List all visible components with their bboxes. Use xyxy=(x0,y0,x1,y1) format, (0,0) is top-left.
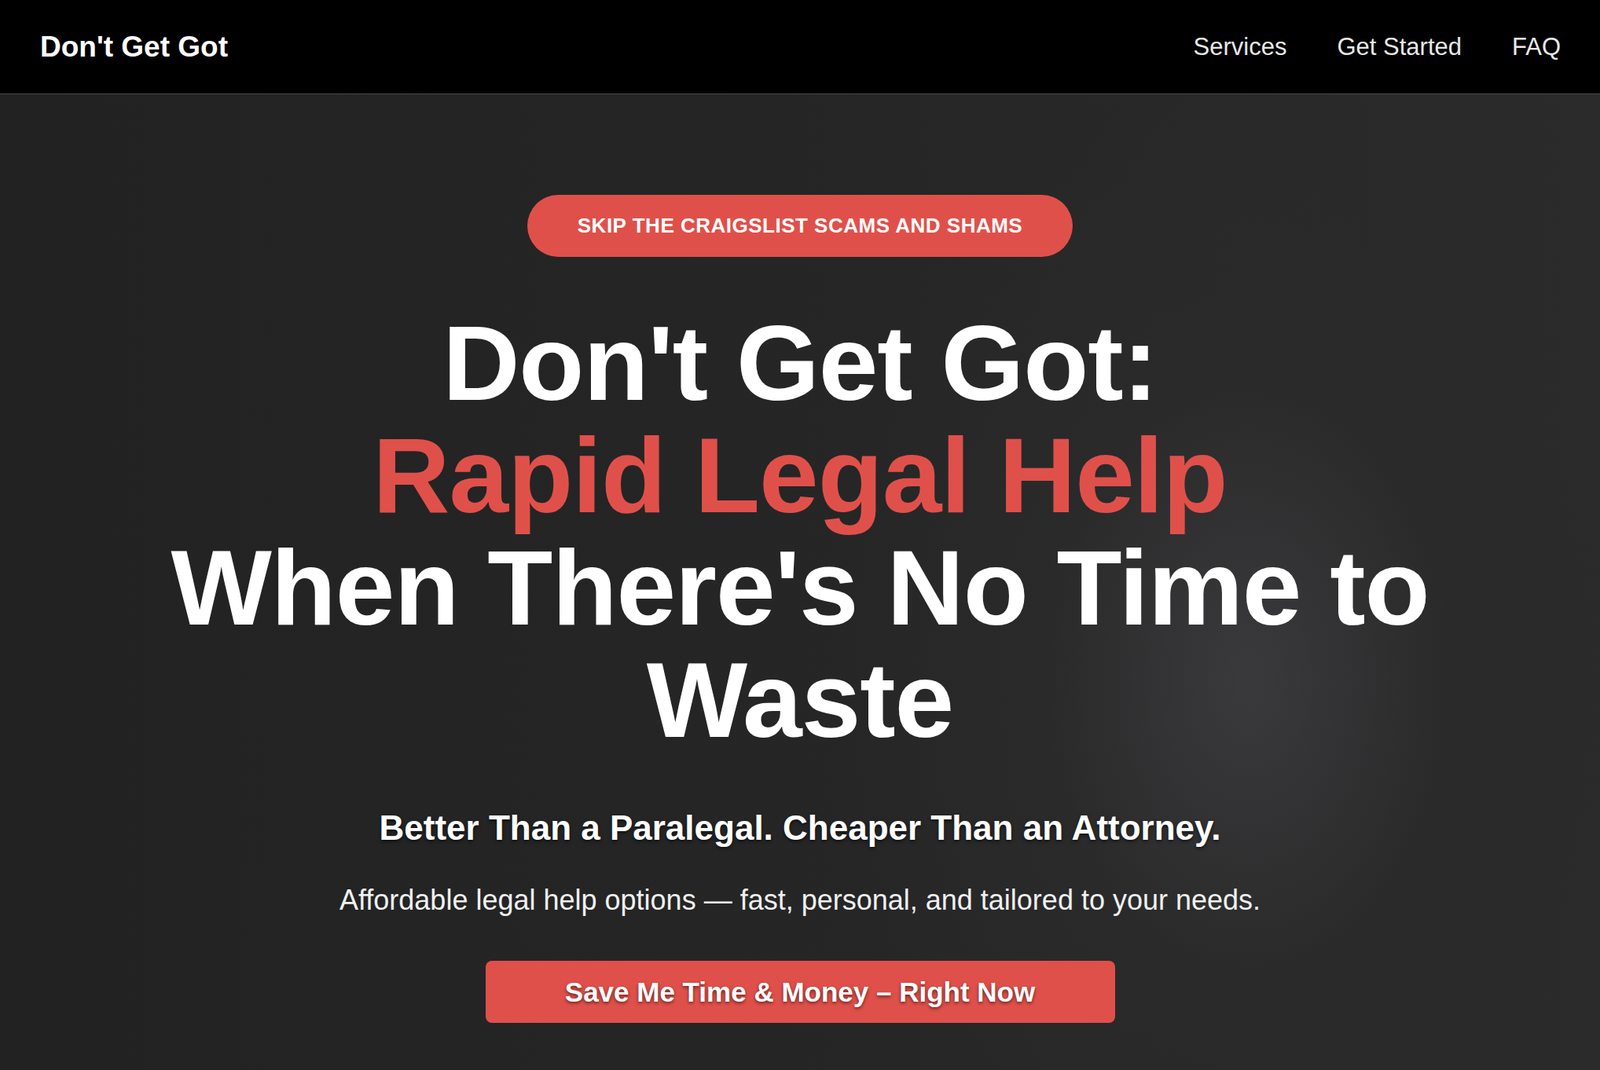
landing-page: Don't Get Got Services Get Started FAQ SKIP … xyxy=(0,0,1600,1070)
navbar: Don't Get Got Services Get Started FAQ xyxy=(0,0,1600,95)
badge: SKIP THE CRAIGSLIST SCAMS AND SHAMS xyxy=(527,194,1073,257)
logo[interactable]: Don't Get Got xyxy=(40,30,228,64)
nav-link[interactable]: Get Started xyxy=(1336,33,1462,62)
headline-tail: When There's No Time to Waste xyxy=(53,532,1547,757)
headline: Don't Get Got:Rapid Legal HelpWhen There… xyxy=(53,307,1547,757)
cta-button[interactable]: Save Me Time & Money – Right Now xyxy=(485,961,1116,1024)
hero-content: SKIP THE CRAIGSLIST SCAMS AND SHAMS Don't… xyxy=(0,94,1600,1024)
hero: SKIP THE CRAIGSLIST SCAMS AND SHAMS Don't… xyxy=(0,94,1600,1070)
nav-links: Services Get Started FAQ xyxy=(1193,33,1561,62)
headline-highlight: Rapid Legal Help xyxy=(53,419,1547,533)
headline-lead: Don't Get Got: xyxy=(53,307,1547,420)
description: Affordable legal help options — fast, pe… xyxy=(339,884,1261,918)
nav-link[interactable]: Services xyxy=(1193,33,1288,62)
nav-link[interactable]: FAQ xyxy=(1511,33,1561,62)
subheading: Better Than a Paralegal. Cheaper Than an… xyxy=(379,808,1222,848)
